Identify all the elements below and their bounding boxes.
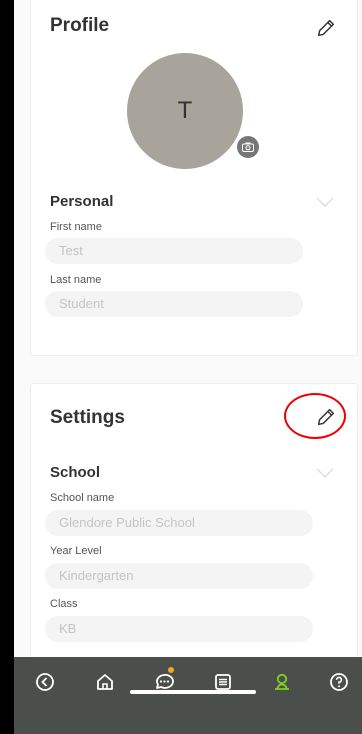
profile-icon[interactable]: [269, 669, 295, 695]
year-level-label: Year Level: [50, 545, 102, 557]
back-icon[interactable]: [32, 669, 58, 695]
personal-chevron-down-icon[interactable]: [315, 196, 335, 208]
school-name-field[interactable]: Glendore Public School: [45, 510, 313, 536]
school-chevron-down-icon[interactable]: [315, 467, 335, 479]
bottom-nav-bar: [14, 657, 362, 734]
school-name-label: School name: [50, 492, 115, 504]
first-name-label: First name: [50, 221, 102, 233]
last-name-field[interactable]: Student: [45, 291, 303, 317]
class-field[interactable]: KB: [45, 616, 313, 642]
avatar-initial: T: [177, 97, 193, 124]
avatar[interactable]: T: [127, 53, 243, 169]
year-level-field[interactable]: Kindergarten: [45, 563, 313, 589]
profile-card: Profile T Personal First name Test Last …: [30, 0, 358, 356]
profile-title: Profile: [50, 15, 110, 36]
highlight-ring: [284, 393, 346, 439]
app-screen: Profile T Personal First name Test Last …: [14, 0, 362, 734]
notification-dot: [168, 667, 174, 673]
school-section-title: School: [50, 464, 101, 481]
last-name-label: Last name: [50, 274, 102, 286]
class-label: Class: [50, 598, 78, 610]
home-indicator: [130, 690, 256, 694]
settings-title: Settings: [50, 407, 125, 428]
profile-edit-pencil-icon[interactable]: [315, 17, 337, 39]
help-icon[interactable]: [326, 669, 352, 695]
first-name-field[interactable]: Test: [45, 238, 303, 264]
home-icon[interactable]: [92, 669, 118, 695]
personal-section-title: Personal: [50, 193, 114, 210]
camera-icon[interactable]: [237, 136, 259, 158]
